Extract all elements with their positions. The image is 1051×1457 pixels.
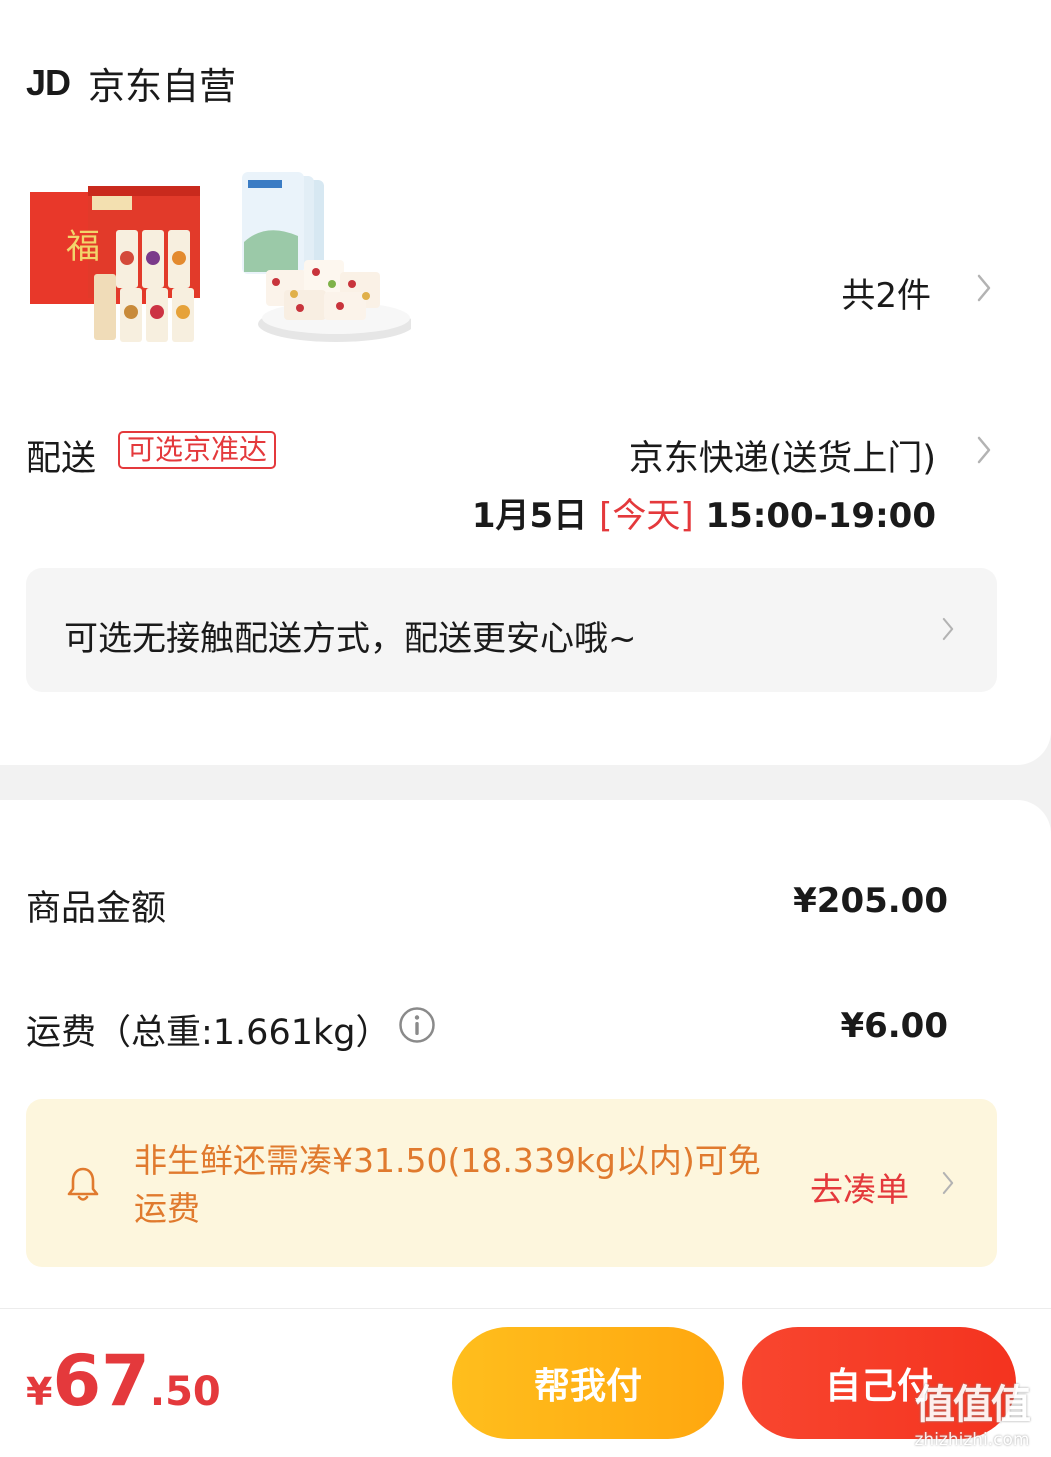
bell-icon — [66, 1165, 100, 1203]
freight-label: 运费（总重:1.661kg） — [26, 1013, 391, 1053]
site-watermark: 值值值 zhizhizhi.com — [902, 1372, 1042, 1452]
delivery-time: 1月5日 [今天] 15:00-19:00 — [472, 488, 936, 537]
free-shipping-text: 非生鲜还需凑¥31.50(18.339kg以内)可免运费 — [134, 1141, 761, 1228]
goods-amount-label: 商品金额 — [26, 889, 167, 929]
jd-logo: JD — [26, 62, 71, 103]
chevron-right-icon[interactable] — [972, 432, 996, 468]
contactless-delivery-option[interactable]: 可选无接触配送方式，配送更安心哦~ — [26, 568, 997, 692]
delivery-window: 15:00-19:00 — [705, 496, 936, 536]
svg-text:福: 福 — [66, 227, 100, 267]
contactless-text: 可选无接触配送方式，配送更安心哦~ — [64, 619, 637, 659]
chevron-right-icon[interactable] — [938, 1167, 958, 1199]
total-integer: 67 — [52, 1340, 150, 1422]
help-me-pay-button[interactable]: 帮我付 — [452, 1327, 724, 1439]
chevron-right-icon[interactable] — [972, 270, 996, 306]
total-price: ¥67.50 — [26, 1340, 221, 1422]
shipping-method[interactable]: 京东快递(送货上门) — [629, 430, 936, 481]
add-items-link[interactable]: 去凑单 — [810, 1163, 909, 1211]
total-decimal: .50 — [149, 1369, 221, 1415]
info-icon[interactable] — [398, 1006, 436, 1044]
shipping-label: 配送 — [26, 439, 97, 479]
watermark-logo: 值值值 — [915, 1382, 1031, 1428]
freight-value: ¥6.00 — [840, 1006, 948, 1046]
product-thumbnail-nougat[interactable] — [236, 172, 411, 344]
goods-amount-value: ¥205.00 — [793, 881, 948, 921]
item-count[interactable]: 共2件 — [841, 268, 931, 317]
product-thumbnail-gift-box[interactable]: 福 — [28, 180, 203, 345]
jingzhunda-badge[interactable]: 可选京准达 — [118, 431, 277, 469]
free-shipping-notice[interactable]: 非生鲜还需凑¥31.50(18.339kg以内)可免运费 去凑单 — [26, 1099, 997, 1267]
currency-symbol: ¥ — [26, 1370, 53, 1414]
store-name: 京东自营 — [88, 65, 237, 108]
chevron-right-icon — [938, 614, 958, 644]
delivery-today-tag: [今天] — [599, 496, 694, 536]
store-header[interactable]: JD 京东自营 — [26, 58, 236, 108]
watermark-site: zhizhizhi.com — [914, 1430, 1030, 1450]
delivery-date: 1月5日 — [471, 496, 588, 536]
